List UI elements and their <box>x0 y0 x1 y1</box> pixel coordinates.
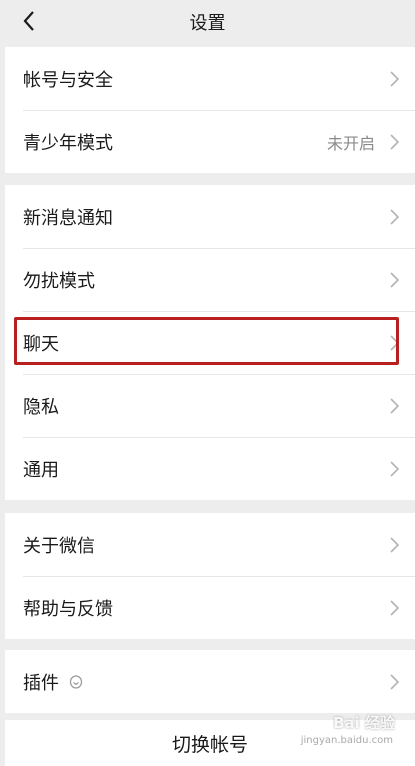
row-label: 勿扰模式 <box>23 270 95 292</box>
chevron-right-icon <box>390 133 400 150</box>
switch-account-label: 切换帐号 <box>171 733 248 756</box>
chevron-right-icon <box>390 271 400 288</box>
settings-group-about: 关于微信 帮助与反馈 <box>5 513 415 639</box>
row-label: 隐私 <box>23 396 59 418</box>
plugin-icon <box>69 674 83 689</box>
row-new-message-notify[interactable]: 新消息通知 <box>5 185 415 248</box>
row-label: 关于微信 <box>23 535 95 557</box>
row-label: 帮助与反馈 <box>23 598 113 620</box>
row-account-security[interactable]: 帐号与安全 <box>5 47 415 110</box>
row-about-wechat[interactable]: 关于微信 <box>5 513 415 576</box>
chevron-right-icon <box>390 536 400 553</box>
chevron-right-icon <box>390 208 400 225</box>
row-label: 通用 <box>23 459 59 481</box>
chevron-right-icon <box>390 397 400 414</box>
row-label: 新消息通知 <box>23 207 113 229</box>
row-help-feedback[interactable]: 帮助与反馈 <box>5 576 415 639</box>
row-plugins[interactable]: 插件 <box>5 650 415 713</box>
row-label: 插件 <box>23 672 59 694</box>
chat-highlight-box <box>14 317 399 365</box>
row-general[interactable]: 通用 <box>5 437 415 500</box>
nav-bar: 设置 <box>0 0 415 44</box>
chevron-right-icon <box>390 599 400 616</box>
page-title: 设置 <box>189 13 226 34</box>
watermark-url: jingyan.baidu.com <box>300 735 393 746</box>
settings-group-account: 帐号与安全 青少年模式 未开启 <box>5 47 415 173</box>
chevron-right-icon <box>390 673 400 690</box>
row-privacy[interactable]: 隐私 <box>5 374 415 437</box>
chevron-right-icon <box>390 460 400 477</box>
row-label: 帐号与安全 <box>23 69 113 91</box>
settings-group-plugins: 插件 <box>5 650 415 713</box>
row-teen-mode[interactable]: 青少年模式 未开启 <box>5 110 415 173</box>
row-status-value: 未开启 <box>326 133 375 153</box>
watermark-brand: Bai 经验 <box>333 714 395 732</box>
row-label: 青少年模式 <box>23 132 113 154</box>
chevron-right-icon <box>390 70 400 87</box>
row-do-not-disturb[interactable]: 勿扰模式 <box>5 248 415 311</box>
